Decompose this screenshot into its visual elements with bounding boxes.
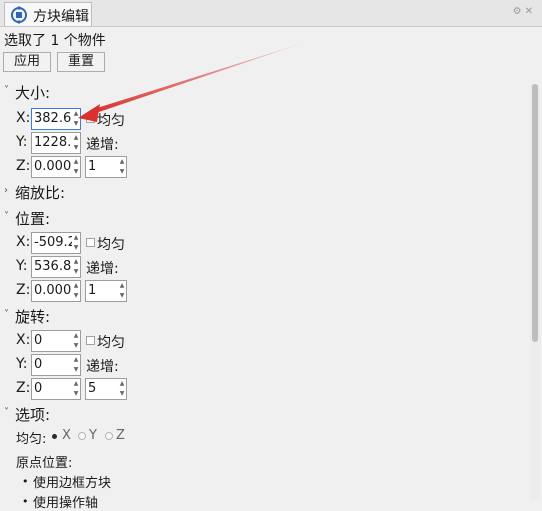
selection-status: 选取了 1 个物件	[4, 33, 106, 49]
origin-option-bullet: •	[22, 475, 29, 488]
spinner-arrows-icon[interactable]: ▲ ▼	[118, 281, 126, 301]
rotation-x-label: X:	[16, 332, 31, 348]
position-step-input[interactable]: 1 ▲ ▼	[85, 280, 127, 302]
size-uniform-label: 均匀	[97, 113, 125, 129]
position-increment-label: 递增:	[86, 261, 119, 277]
position-z-label: Z:	[16, 282, 31, 298]
rotation-step-input[interactable]: 5 ▲ ▼	[85, 378, 127, 400]
size-y-input[interactable]: 1228.5 ▲▼	[31, 132, 81, 154]
reset-button[interactable]: 重置	[57, 52, 105, 72]
spinner-arrows-icon[interactable]: ▲ ▼	[118, 379, 126, 399]
position-y-label: Y:	[16, 258, 28, 274]
size-x-label: X:	[16, 110, 31, 126]
scrollbar-thumb[interactable]	[532, 84, 538, 342]
axis-z-label: Z	[116, 428, 125, 443]
rotation-y-input[interactable]: 0 ▲ ▼	[31, 354, 81, 376]
position-x-input[interactable]: -509.2 ▲ ▼	[31, 232, 81, 254]
chevron-down-icon: ˅	[4, 211, 9, 222]
origin-position-label: 原点位置:	[16, 456, 73, 471]
options-uniform-label: 均匀:	[16, 432, 47, 447]
origin-option-gizmo[interactable]: 使用操作轴	[33, 492, 98, 511]
axis-y-label: Y	[89, 428, 97, 443]
cube-edit-icon	[11, 6, 27, 24]
spinner-arrows-icon[interactable]: ▲ ▼	[72, 233, 80, 253]
position-uniform-label: 均匀	[97, 237, 125, 253]
rotation-z-input[interactable]: 0 ▲ ▼	[31, 378, 81, 400]
spinner-arrows-icon[interactable]: ▲ ▼	[72, 257, 80, 277]
spinner-arrows-icon[interactable]: ▲ ▼	[72, 379, 80, 399]
section-position-header[interactable]: ˅ 位置:	[0, 208, 520, 230]
rotation-increment-label: 递增:	[86, 359, 119, 375]
rotation-uniform-label: 均匀	[97, 335, 125, 351]
size-z-label: Z:	[16, 158, 31, 174]
position-z-input[interactable]: 0.000 ▲ ▼	[31, 280, 81, 302]
size-uniform-checkbox[interactable]	[86, 114, 95, 123]
size-y-label: Y:	[16, 134, 28, 150]
panel-options-icon[interactable]: ⚙✕	[513, 6, 536, 17]
section-size-header[interactable]: ˅ 大小:	[0, 82, 520, 104]
spinner-arrows-icon[interactable]: ▲ ▼	[72, 133, 80, 153]
chevron-down-icon: ˅	[4, 309, 9, 320]
position-uniform-checkbox[interactable]	[86, 238, 95, 247]
axis-x-label: X	[62, 428, 71, 443]
chevron-down-icon: ˅	[4, 407, 9, 418]
position-y-input[interactable]: 536.86 ▲▼	[31, 256, 81, 278]
section-rotation-header[interactable]: ˅ 旋转:	[0, 306, 520, 328]
spinner-arrows-icon[interactable]: ▲ ▼	[118, 157, 126, 177]
origin-option-bullet: •	[22, 495, 29, 508]
spinner-arrows-icon[interactable]: ▲ ▼	[72, 109, 80, 129]
chevron-right-icon: ›	[4, 185, 8, 196]
size-z-input[interactable]: 0.000 ▲ ▼	[31, 156, 81, 178]
rotation-x-input[interactable]: 0 ▲ ▼	[31, 330, 81, 352]
size-x-input[interactable]: 382.67 ▲▼	[31, 108, 81, 130]
spinner-arrows-icon[interactable]: ▲ ▼	[72, 355, 80, 375]
position-x-label: X:	[16, 234, 31, 250]
size-step-input[interactable]: 1 ▲ ▼	[85, 156, 127, 178]
rotation-y-label: Y:	[16, 356, 28, 372]
spinner-arrows-icon[interactable]: ▲ ▼	[72, 157, 80, 177]
panel-tab[interactable]: 方块编辑	[4, 2, 92, 26]
axis-z-radio[interactable]	[105, 432, 113, 440]
window-title: 方块编辑	[33, 9, 89, 25]
spinner-arrows-icon[interactable]: ▲ ▼	[72, 331, 80, 351]
chevron-down-icon: ˅	[4, 85, 9, 96]
vertical-scrollbar[interactable]	[530, 84, 540, 500]
title-bar: 方块编辑 ⚙✕	[0, 0, 542, 27]
apply-button[interactable]: 应用	[3, 52, 51, 72]
origin-option-bbox[interactable]: 使用边框方块	[33, 472, 111, 491]
size-increment-label: 递增:	[86, 137, 119, 153]
rotation-z-label: Z:	[16, 380, 31, 396]
axis-y-radio[interactable]	[78, 432, 86, 440]
spinner-arrows-icon[interactable]: ▲ ▼	[72, 281, 80, 301]
axis-x-radio[interactable]	[52, 434, 57, 439]
rotation-uniform-checkbox[interactable]	[86, 336, 95, 345]
section-options-header[interactable]: ˅ 选项:	[0, 404, 520, 426]
section-scale-header[interactable]: › 缩放比:	[0, 182, 520, 204]
